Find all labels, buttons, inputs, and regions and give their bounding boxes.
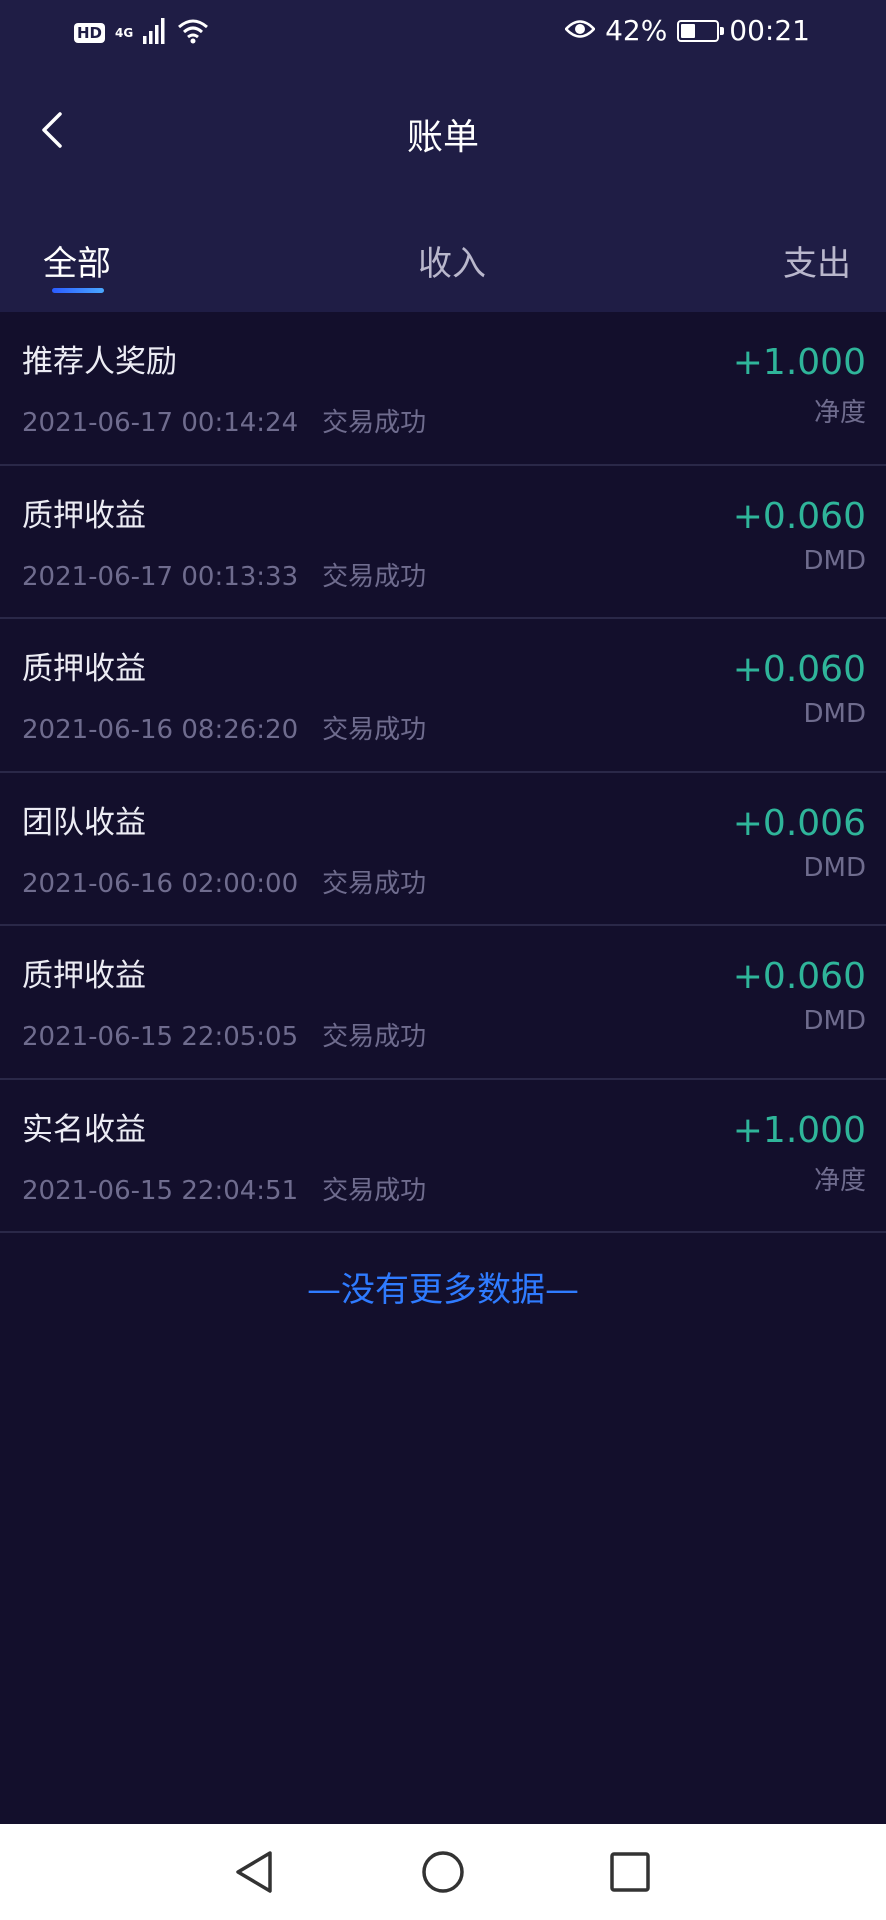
status-left: HD 4G	[74, 18, 209, 48]
eye-icon	[564, 14, 596, 47]
battery-fill	[681, 23, 696, 38]
transaction-status: 交易成功	[322, 1175, 427, 1206]
transaction-datetime: 2021-06-16 08:26:20	[22, 715, 299, 745]
transaction-row[interactable]: 实名收益 2021-06-15 22:04:51 交易成功 +1.000 净度	[0, 1080, 886, 1233]
transaction-row[interactable]: 质押收益 2021-06-16 08:26:20 交易成功 +0.060 DMD	[0, 619, 886, 773]
triangle-back-icon	[236, 1851, 272, 1893]
page-title: 账单	[406, 117, 479, 158]
transaction-datetime: 2021-06-17 00:14:24	[22, 408, 299, 438]
transaction-datetime: 2021-06-17 00:13:33	[22, 561, 299, 592]
square-recents-icon	[610, 1852, 650, 1892]
transaction-title: 团队收益	[22, 804, 146, 841]
battery-tip	[720, 26, 725, 35]
wifi-icon	[177, 18, 209, 48]
transaction-amount: +1.000	[732, 342, 866, 383]
transaction-title: 质押收益	[22, 497, 146, 534]
transaction-amount: +0.060	[732, 649, 866, 690]
nav-bar: 账单	[0, 90, 886, 170]
transaction-row[interactable]: 质押收益 2021-06-15 22:05:05 交易成功 +0.060 DMD	[0, 926, 886, 1080]
tab-bar: 全部 收入 支出	[0, 228, 886, 312]
transaction-status: 交易成功	[322, 868, 427, 899]
tab-all[interactable]: 全部	[43, 236, 111, 285]
system-back-button[interactable]	[228, 1846, 280, 1898]
transaction-row[interactable]: 推荐人奖励 2021-06-17 00:14:24 交易成功 +1.000 净度	[0, 312, 886, 466]
circle-home-icon	[422, 1851, 464, 1893]
transaction-unit: DMD	[803, 1006, 866, 1036]
status-bar: HD 4G 42% 00:21	[0, 0, 886, 70]
transaction-unit: 净度	[813, 1165, 866, 1196]
transaction-title: 质押收益	[22, 958, 146, 994]
transaction-title: 实名收益	[22, 1111, 146, 1148]
transaction-meta: 2021-06-17 00:14:24 交易成功	[22, 402, 426, 439]
transaction-status: 交易成功	[322, 715, 427, 745]
battery-icon	[677, 19, 725, 42]
system-nav-bar	[0, 1824, 886, 1920]
active-tab-indicator	[52, 288, 104, 293]
status-right: 42% 00:21	[564, 14, 810, 47]
transaction-meta: 2021-06-17 00:13:33 交易成功	[22, 556, 426, 593]
no-more-data-label: —没有更多数据—	[307, 1270, 579, 1310]
transaction-row[interactable]: 团队收益 2021-06-16 02:00:00 交易成功 +0.006 DMD	[0, 773, 886, 926]
transaction-unit: 净度	[813, 398, 866, 428]
signal-icon	[143, 18, 167, 48]
transaction-datetime: 2021-06-15 22:05:05	[22, 1022, 299, 1052]
transaction-status: 交易成功	[322, 1022, 427, 1052]
hd-badge: HD	[74, 23, 106, 43]
transaction-datetime: 2021-06-15 22:04:51	[22, 1175, 299, 1206]
system-recents-button[interactable]	[604, 1846, 656, 1898]
transaction-meta: 2021-06-16 08:26:20 交易成功	[22, 709, 426, 746]
tab-expense[interactable]: 支出	[783, 236, 851, 285]
transaction-datetime: 2021-06-16 02:00:00	[22, 868, 299, 899]
transaction-amount: +0.060	[732, 956, 866, 997]
transaction-unit: DMD	[803, 545, 866, 576]
battery-percent: 42%	[605, 14, 668, 47]
tab-income[interactable]: 收入	[418, 236, 486, 285]
transaction-meta: 2021-06-15 22:05:05 交易成功	[22, 1016, 426, 1053]
transaction-meta: 2021-06-15 22:04:51 交易成功	[22, 1170, 426, 1207]
transaction-status: 交易成功	[322, 561, 427, 592]
transaction-list: 推荐人奖励 2021-06-17 00:14:24 交易成功 +1.000 净度 …	[0, 312, 886, 1233]
network-type: 4G	[115, 26, 134, 40]
transaction-amount: +0.006	[732, 802, 866, 844]
transaction-unit: DMD	[803, 852, 866, 883]
transaction-status: 交易成功	[322, 408, 427, 438]
transaction-meta: 2021-06-16 02:00:00 交易成功	[22, 863, 426, 900]
transaction-title: 质押收益	[22, 651, 146, 687]
transaction-row[interactable]: 质押收益 2021-06-17 00:13:33 交易成功 +0.060 DMD	[0, 466, 886, 619]
system-home-button[interactable]	[417, 1846, 469, 1898]
clock: 00:21	[729, 14, 810, 47]
transaction-amount: +1.000	[732, 1109, 866, 1151]
transaction-unit: DMD	[803, 699, 866, 729]
transaction-title: 推荐人奖励	[22, 344, 177, 380]
transaction-amount: +0.060	[732, 495, 866, 537]
